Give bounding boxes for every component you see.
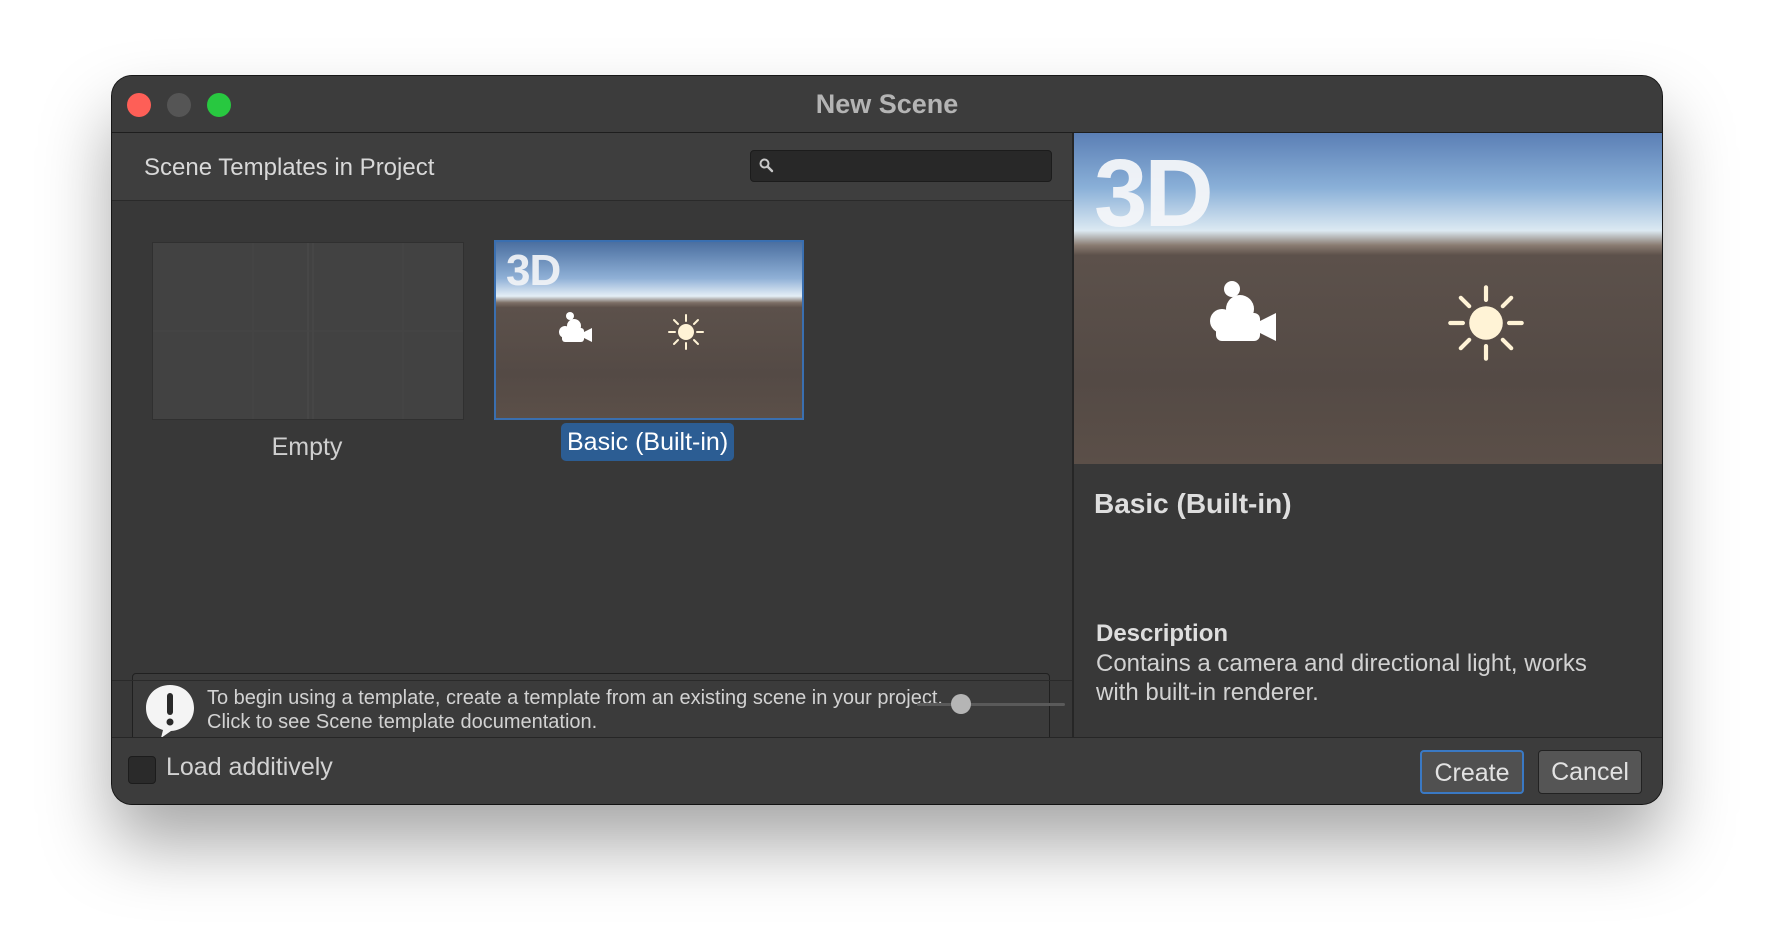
title-bar: New Scene xyxy=(112,76,1662,133)
thumbnail-3d-text: 3D xyxy=(506,246,561,295)
dialog-footer: Load additively Create Cancel xyxy=(112,737,1662,804)
preview-3d-text: 3D xyxy=(1094,140,1214,247)
preview-sun-icon xyxy=(1448,285,1524,361)
window-title: New Scene xyxy=(815,89,959,119)
description-label: Description xyxy=(1096,620,1229,647)
preview-camera-icon xyxy=(1210,281,1276,341)
template-basic-label[interactable]: Basic (Built-in) xyxy=(561,423,735,461)
new-scene-window: New Scene Scene Templates in Project Emp… xyxy=(112,76,1662,804)
template-preview-image: 3D xyxy=(1074,133,1662,464)
description-text: Contains a camera and directional light,… xyxy=(1096,650,1587,706)
sun-icon xyxy=(668,314,704,350)
template-empty-label[interactable]: Empty xyxy=(152,433,462,462)
preview-pane: 3D Basic (Built-in) Description Contains… xyxy=(1074,133,1662,737)
thumbnail-size-bar xyxy=(112,680,1072,727)
thumbnail-size-slider[interactable] xyxy=(917,703,1065,706)
cancel-button[interactable]: Cancel xyxy=(1538,750,1642,794)
empty-grid-graphic xyxy=(153,243,463,419)
load-additively-label[interactable]: Load additively xyxy=(166,753,333,782)
template-empty-thumbnail[interactable] xyxy=(152,242,464,420)
create-button[interactable]: Create xyxy=(1420,750,1524,794)
camera-icon xyxy=(559,312,592,342)
templates-header: Scene Templates in Project xyxy=(112,133,1072,201)
load-additively-checkbox[interactable] xyxy=(128,756,156,784)
templates-header-title: Scene Templates in Project xyxy=(144,154,435,181)
preview-template-name: Basic (Built-in) xyxy=(1094,488,1292,519)
search-icon xyxy=(759,158,774,173)
thumbnail-size-slider-handle[interactable] xyxy=(951,694,972,714)
template-basic-thumbnail[interactable]: 3D xyxy=(494,240,804,420)
search-input[interactable] xyxy=(750,150,1052,182)
ground-graphic xyxy=(496,308,802,418)
templates-pane: Scene Templates in Project Empty 3D Basi… xyxy=(112,133,1072,747)
preview-ground-graphic xyxy=(1074,255,1662,464)
